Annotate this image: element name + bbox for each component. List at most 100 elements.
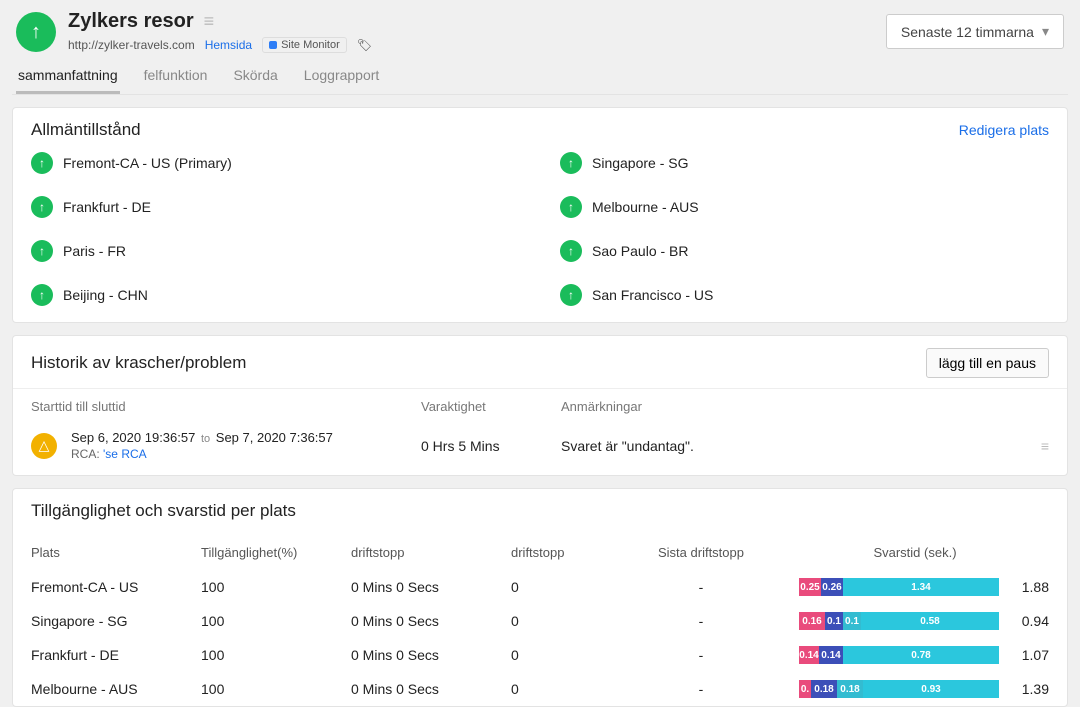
responsetime-total: 1.39 [1007, 681, 1049, 697]
history-card: Historik av krascher/problem lägg till e… [12, 335, 1068, 476]
tab-summary[interactable]: sammanfattning [16, 67, 120, 94]
location-label: Singapore - SG [592, 155, 689, 171]
rca-prefix: RCA: [71, 447, 100, 461]
location-item: Singapore - SG [560, 152, 1049, 174]
cell-downtime: 0 Mins 0 Secs [351, 613, 511, 629]
availability-title: Tillgänglighet och svarstid per plats [31, 501, 296, 521]
location-item: Sao Paulo - BR [560, 240, 1049, 262]
responsetime-total: 1.88 [1007, 579, 1049, 595]
timerange-label: Senaste 12 timmarna [901, 24, 1034, 40]
edit-location-link[interactable]: Redigera plats [959, 122, 1049, 138]
location-item: Fremont-CA - US (Primary) [31, 152, 520, 174]
tab-malfunction[interactable]: felfunktion [142, 67, 210, 94]
cell-location: Frankfurt - DE [31, 647, 201, 663]
col-start: Starttid till sluttid [31, 399, 421, 414]
col-downtime: driftstopp [351, 545, 511, 560]
outage-duration: 0 Hrs 5 Mins [421, 438, 561, 454]
outage-remarks: Svaret är "undantag". [561, 438, 1041, 454]
cell-downcount: 0 [511, 681, 621, 697]
add-pause-button[interactable]: lägg till en paus [926, 348, 1049, 378]
responsetime-bar: 0.160.10.10.58 [799, 612, 999, 630]
bar-segment: 0.16 [799, 612, 825, 630]
monitor-badge-label: Site Monitor [281, 39, 340, 51]
responsetime-bar: 0.140.140.78 [799, 646, 999, 664]
to-label: to [201, 433, 210, 445]
menu-icon[interactable]: ≡ [204, 11, 215, 32]
bar-segment: 0. [799, 680, 811, 698]
responsetime-bar: 0.0.180.180.93 [799, 680, 999, 698]
tab-harvest[interactable]: Skörda [231, 67, 279, 94]
warning-icon: △ [31, 433, 57, 459]
cell-responsetime: 0.160.10.10.580.94 [781, 612, 1049, 630]
cell-lastdown: - [621, 579, 781, 595]
location-item: San Francisco - US [560, 284, 1049, 306]
availability-row: Melbourne - AUS1000 Mins 0 Secs0-0.0.180… [13, 672, 1067, 706]
cell-availability: 100 [201, 613, 351, 629]
cell-downcount: 0 [511, 647, 621, 663]
bar-segment: 1.34 [843, 578, 999, 596]
location-label: Fremont-CA - US (Primary) [63, 155, 232, 171]
availability-row: Fremont-CA - US1000 Mins 0 Secs0-0.250.2… [13, 570, 1067, 604]
tabs: sammanfattning felfunktion Skörda Loggra… [12, 53, 1068, 95]
cell-responsetime: 0.250.261.34 1.88 [781, 578, 1049, 596]
bar-segment: 0.18 [837, 680, 863, 698]
cell-downtime: 0 Mins 0 Secs [351, 681, 511, 697]
location-item: Frankfurt - DE [31, 196, 520, 218]
general-status-card: Allmäntillstånd Redigera plats Fremont-C… [12, 107, 1068, 323]
cell-downcount: 0 [511, 579, 621, 595]
cell-responsetime: 0.0.180.180.931.39 [781, 680, 1049, 698]
history-row: △ Sep 6, 2020 19:36:57 to Sep 7, 2020 7:… [13, 420, 1067, 475]
responsetime-total: 1.07 [1007, 647, 1049, 663]
responsetime-total: 0.94 [1007, 613, 1049, 629]
bar-segment: 0.14 [799, 646, 819, 664]
responsetime-bar: 0.250.261.34 [799, 578, 999, 596]
location-label: Beijing - CHN [63, 287, 148, 303]
cell-downtime: 0 Mins 0 Secs [351, 579, 511, 595]
site-title: Zylkers resor [68, 10, 194, 33]
col-location: Plats [31, 545, 201, 560]
cell-availability: 100 [201, 647, 351, 663]
bar-segment: 0.93 [863, 680, 999, 698]
rca-link[interactable]: 'se RCA [103, 447, 147, 461]
availability-row: Frankfurt - DE1000 Mins 0 Secs0-0.140.14… [13, 638, 1067, 672]
bar-segment: 0.26 [821, 578, 843, 596]
row-menu-icon[interactable]: ≡ [1041, 438, 1049, 454]
cell-location: Melbourne - AUS [31, 681, 201, 697]
col-availability: Tillgänglighet(%) [201, 545, 351, 560]
location-label: Sao Paulo - BR [592, 243, 689, 259]
location-item: Paris - FR [31, 240, 520, 262]
col-duration: Varaktighet [421, 399, 561, 414]
up-icon [560, 152, 582, 174]
up-icon [560, 196, 582, 218]
availability-card: Tillgänglighet och svarstid per plats Pl… [12, 488, 1068, 707]
badge-dot-icon [269, 41, 277, 49]
up-icon [31, 196, 53, 218]
outage-end: Sep 7, 2020 7:36:57 [216, 430, 333, 445]
general-status-title: Allmäntillstånd [31, 120, 141, 140]
bar-segment: 0.18 [811, 680, 837, 698]
history-title: Historik av krascher/problem [31, 353, 246, 373]
cell-downcount: 0 [511, 613, 621, 629]
availability-row: Singapore - SG1000 Mins 0 Secs0-0.160.10… [13, 604, 1067, 638]
homepage-link[interactable]: Hemsida [205, 38, 252, 52]
col-lastdown: Sista driftstopp [621, 545, 781, 560]
up-icon [31, 240, 53, 262]
bar-segment: 0.25 [799, 578, 821, 596]
cell-lastdown: - [621, 613, 781, 629]
cell-lastdown: - [621, 647, 781, 663]
cell-availability: 100 [201, 681, 351, 697]
bar-segment: 0.14 [819, 646, 843, 664]
bar-segment: 0.1 [825, 612, 843, 630]
cell-location: Fremont-CA - US [31, 579, 201, 595]
tab-logreport[interactable]: Loggrapport [302, 67, 382, 94]
location-label: Paris - FR [63, 243, 126, 259]
timerange-select[interactable]: Senaste 12 timmarna ▾ [886, 14, 1064, 49]
outage-start: Sep 6, 2020 19:36:57 [71, 430, 195, 445]
bar-segment: 0.58 [861, 612, 999, 630]
up-icon [560, 240, 582, 262]
status-up-icon [16, 12, 56, 52]
location-item: Beijing - CHN [31, 284, 520, 306]
tag-icon[interactable]: 🏷 [357, 38, 372, 52]
location-label: San Francisco - US [592, 287, 713, 303]
site-url: http://zylker-travels.com [68, 38, 195, 52]
